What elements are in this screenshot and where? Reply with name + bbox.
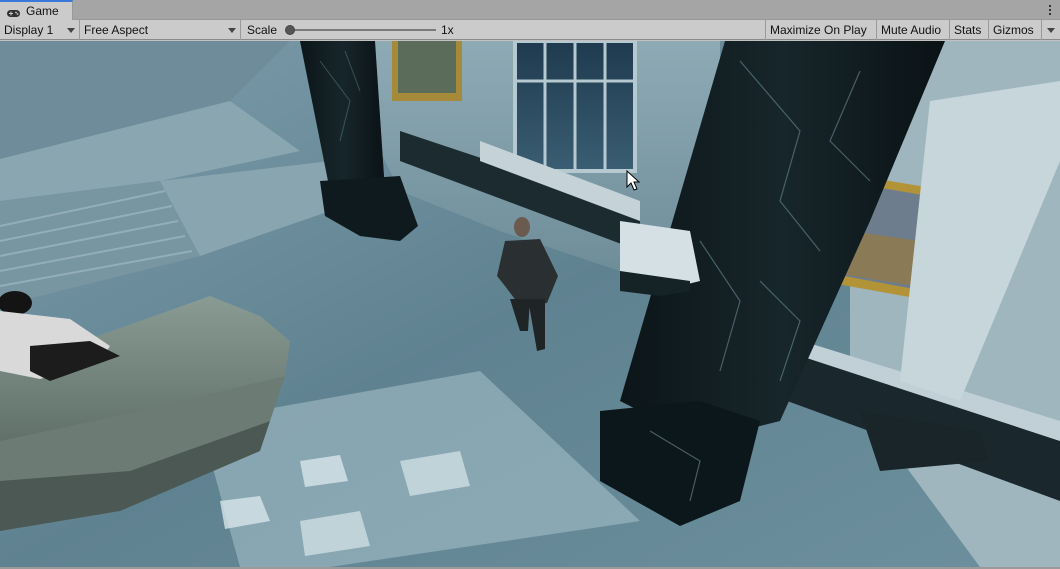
gamepad-icon bbox=[6, 7, 21, 17]
tab-game-label: Game bbox=[26, 4, 59, 18]
aspect-dropdown-label: Free Aspect bbox=[84, 23, 149, 37]
display-dropdown[interactable]: Display 1 bbox=[0, 20, 80, 40]
mute-audio-label: Mute Audio bbox=[881, 23, 942, 37]
chevron-down-icon bbox=[1047, 27, 1055, 33]
game-toolbar: Display 1 Free Aspect Scale 1x Maximize … bbox=[0, 20, 1060, 40]
gizmos-dropdown[interactable] bbox=[1042, 20, 1060, 40]
maximize-on-play-label: Maximize On Play bbox=[770, 23, 867, 37]
mute-audio-toggle[interactable]: Mute Audio bbox=[877, 20, 950, 40]
maximize-on-play-toggle[interactable]: Maximize On Play bbox=[766, 20, 877, 40]
scale-slider-handle[interactable] bbox=[285, 25, 295, 35]
tab-game[interactable]: Game bbox=[0, 0, 73, 20]
scale-value: 1x bbox=[441, 23, 454, 37]
game-scene bbox=[0, 41, 1060, 567]
scale-label: Scale bbox=[247, 23, 278, 37]
kebab-menu-icon[interactable] bbox=[1046, 3, 1054, 17]
stats-toggle[interactable]: Stats bbox=[950, 20, 989, 40]
tab-strip: Game bbox=[0, 0, 1060, 20]
chevron-down-icon bbox=[228, 27, 236, 33]
chevron-down-icon bbox=[67, 27, 75, 33]
display-dropdown-label: Display 1 bbox=[4, 23, 54, 37]
aspect-dropdown[interactable]: Free Aspect bbox=[80, 20, 241, 40]
gizmos-toggle[interactable]: Gizmos bbox=[989, 20, 1042, 40]
scale-slider-track[interactable] bbox=[288, 29, 436, 31]
game-viewport[interactable] bbox=[0, 41, 1060, 567]
gizmos-label: Gizmos bbox=[993, 23, 1034, 37]
stats-label: Stats bbox=[954, 23, 982, 37]
